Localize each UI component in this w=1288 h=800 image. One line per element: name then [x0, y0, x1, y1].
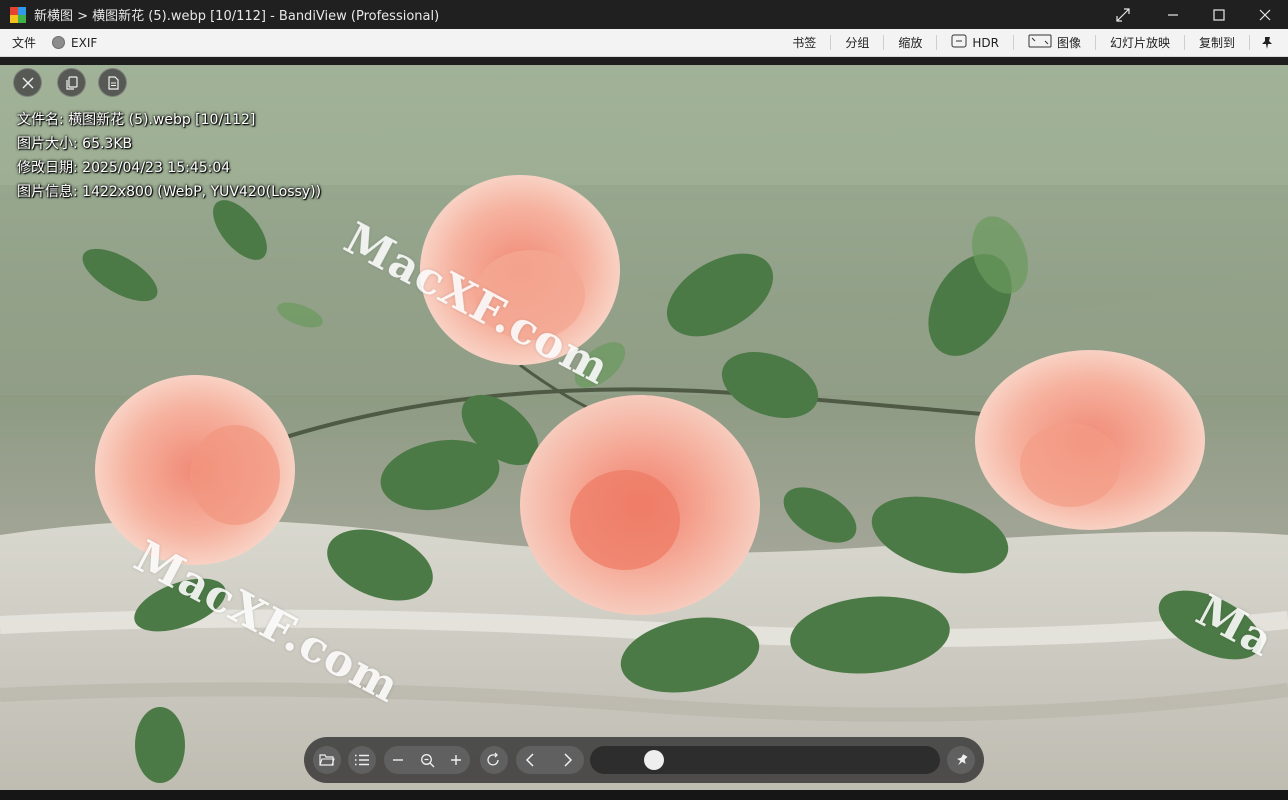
list-icon	[355, 754, 369, 766]
zoom-fit-icon	[420, 753, 434, 767]
bottom-toolbar	[304, 737, 984, 783]
menu-exif-label: EXIF	[71, 35, 98, 50]
pin-icon[interactable]	[1250, 35, 1288, 50]
open-folder-icon	[319, 754, 335, 766]
zoom-group	[384, 746, 470, 774]
slider-knob[interactable]	[644, 750, 665, 770]
rotate-icon	[487, 752, 499, 766]
close-icon[interactable]	[1242, 0, 1288, 29]
copy-button[interactable]	[57, 68, 86, 97]
close-icon	[22, 77, 33, 88]
file-info-button[interactable]	[98, 68, 127, 97]
title-bar: 新横图 > 横图新花 (5).webp [10/112] - BandiView…	[0, 0, 1288, 29]
info-details: 图片信息: 1422x800 (WebP, YUV420(Lossy))	[17, 184, 322, 200]
menu-hdr[interactable]: HDR	[937, 34, 1014, 51]
menu-hdr-label: HDR	[972, 35, 999, 50]
maximize-icon[interactable]	[1196, 0, 1242, 29]
zoom-out-minus-icon	[393, 759, 403, 761]
menu-zoom-label: 缩放	[898, 36, 923, 50]
file-info-overlay: 文件名: 横图新花 (5).webp [10/112] 图片大小: 65.3KB…	[17, 108, 321, 204]
bandiview-logo-icon	[10, 6, 26, 23]
menu-bookmark-label: 书签	[792, 36, 817, 50]
menu-slideshow-label: 幻灯片放映	[1109, 36, 1170, 50]
menu-image-label: 图像	[1056, 36, 1081, 50]
zoom-in-plus-icon	[451, 755, 461, 765]
info-filename: 文件名: 横图新花 (5).webp [10/112]	[17, 112, 256, 128]
open-folder-button[interactable]	[313, 746, 341, 774]
menu-image[interactable]: 图像	[1014, 34, 1096, 51]
menu-file[interactable]: 文件	[12, 34, 36, 51]
menu-copy-to-label: 复制到	[1198, 36, 1235, 50]
menu-bar: 文件 EXIF 书签 分组 缩放 HDR 图像 幻灯片放映 复制到	[0, 29, 1288, 57]
image-icon	[1028, 34, 1052, 51]
next-image-button[interactable]	[554, 746, 582, 774]
pin-toolbar-button[interactable]	[947, 746, 975, 774]
rotate-button[interactable]	[480, 746, 508, 774]
prev-icon	[525, 753, 534, 767]
zoom-fit-button[interactable]	[413, 746, 441, 774]
image-position-slider[interactable]	[590, 746, 940, 774]
menu-slideshow[interactable]: 幻灯片放映	[1096, 35, 1185, 50]
minimize-icon[interactable]	[1150, 0, 1196, 29]
zoom-in-button[interactable]	[442, 746, 470, 774]
menu-exif[interactable]: EXIF	[52, 36, 97, 50]
document-icon	[107, 75, 119, 90]
window-title: 新横图 > 横图新花 (5).webp [10/112] - BandiView…	[34, 9, 440, 24]
info-size: 图片大小: 65.3KB	[17, 136, 133, 152]
close-overlay-button[interactable]	[13, 68, 42, 97]
copy-icon	[65, 75, 78, 90]
info-modified: 修改日期: 2025/04/23 15:45:04	[17, 160, 231, 176]
bottom-strip	[0, 790, 1288, 800]
list-button[interactable]	[348, 746, 376, 774]
exif-toggle-icon	[52, 36, 66, 49]
navigation-group	[516, 746, 584, 774]
menu-bookmark[interactable]: 书签	[778, 35, 832, 50]
zoom-out-button[interactable]	[384, 746, 412, 774]
pin-icon	[957, 754, 968, 766]
expand-diagonal-icon[interactable]	[1098, 0, 1148, 29]
hdr-icon	[951, 34, 967, 51]
menu-group-label: 分组	[845, 36, 870, 50]
previous-image-button[interactable]	[516, 746, 544, 774]
menu-copy-to[interactable]: 复制到	[1185, 35, 1250, 50]
menu-group[interactable]: 分组	[831, 35, 885, 50]
menu-zoom[interactable]: 缩放	[884, 35, 938, 50]
separator-strip	[0, 57, 1288, 65]
next-icon	[564, 753, 573, 767]
